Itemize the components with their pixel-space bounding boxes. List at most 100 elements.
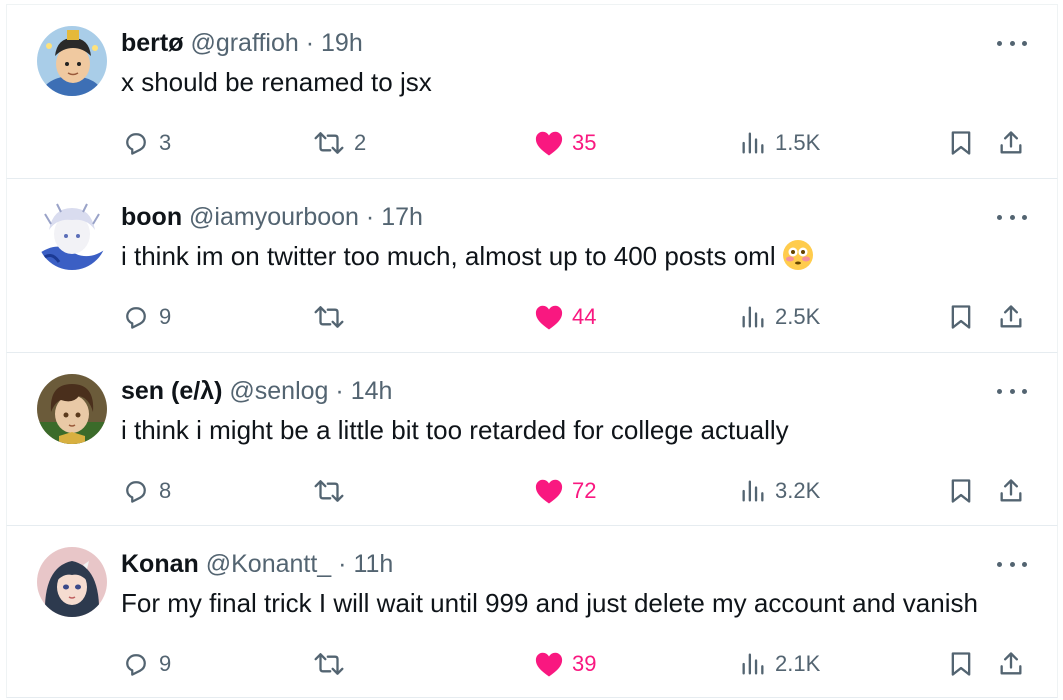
reply-count: 9 <box>159 304 172 329</box>
like-button[interactable]: 44 <box>534 297 596 337</box>
reply-button[interactable]: 9 <box>121 644 171 684</box>
more-options-icon[interactable] <box>997 384 1027 398</box>
reply-count: 8 <box>159 478 172 503</box>
share-button[interactable] <box>997 297 1025 337</box>
share-icon <box>1000 305 1022 328</box>
user-handle[interactable]: @graffioh <box>190 29 298 57</box>
bookmark-icon <box>951 479 971 503</box>
tweet-text: i think i might be a little bit too reta… <box>121 415 789 445</box>
like-count: 39 <box>572 651 597 676</box>
retweet-icon <box>314 480 344 502</box>
retweet-count: 2 <box>354 130 367 155</box>
separator-dot: · <box>338 550 347 578</box>
action-bar: 8 72 3.2K <box>7 471 1057 511</box>
display-name[interactable]: Konan <box>121 550 199 578</box>
like-count: 72 <box>572 478 597 503</box>
action-bar: 9 44 2.5K <box>7 297 1057 337</box>
views-button[interactable]: 1.5K <box>739 123 820 163</box>
bookmark-button[interactable] <box>947 297 975 337</box>
reply-icon <box>126 481 146 503</box>
separator-dot: · <box>365 203 375 231</box>
like-count: 35 <box>572 130 597 155</box>
display-name[interactable]: bertø <box>121 29 184 57</box>
tweet-header: boon @iamyourboon · 17h <box>121 201 423 233</box>
reply-button[interactable]: 9 <box>121 297 171 337</box>
avatar[interactable] <box>37 26 107 96</box>
tweet-header: sen (e/λ) @senlog · 14h <box>121 375 392 407</box>
views-icon <box>742 132 764 154</box>
tweet[interactable]: Konan @Konantt_ · 11h For my final trick… <box>6 526 1058 698</box>
tweet[interactable]: sen (e/λ) @senlog · 14h i think i might … <box>6 353 1058 526</box>
bookmark-button[interactable] <box>947 471 975 511</box>
more-options-icon[interactable] <box>997 557 1027 571</box>
retweet-button[interactable] <box>312 471 354 511</box>
share-button[interactable] <box>997 471 1025 511</box>
retweet-button[interactable] <box>312 644 354 684</box>
display-name[interactable]: boon <box>121 203 182 231</box>
display-name[interactable]: sen (e/λ) <box>121 377 222 405</box>
timestamp[interactable]: 19h <box>321 29 363 57</box>
tweet-text: i think im on twitter too much, almost u… <box>121 241 776 271</box>
views-button[interactable]: 3.2K <box>739 471 820 511</box>
view-count: 3.2K <box>775 478 821 503</box>
timestamp[interactable]: 17h <box>381 203 423 231</box>
view-count: 2.1K <box>775 651 821 676</box>
like-button[interactable]: 35 <box>534 123 596 163</box>
reply-icon <box>126 133 146 155</box>
bookmark-icon <box>951 652 971 676</box>
separator-dot: · <box>335 377 344 405</box>
bookmark-button[interactable] <box>947 644 975 684</box>
retweet-button[interactable]: 2 <box>312 123 366 163</box>
share-button[interactable] <box>997 644 1025 684</box>
reply-button[interactable]: 3 <box>121 123 171 163</box>
action-bar: 3 2 35 1.5K <box>7 123 1057 163</box>
tweet-text: For my final trick I will wait until 999… <box>121 588 978 618</box>
views-button[interactable]: 2.5K <box>739 297 820 337</box>
tweet-text-container: i think im on twitter too much, almost u… <box>121 239 814 273</box>
reply-button[interactable]: 8 <box>121 471 171 511</box>
reply-icon <box>126 654 146 676</box>
action-bar: 9 39 2.1K <box>7 644 1057 684</box>
views-icon <box>742 480 764 502</box>
reply-count: 9 <box>159 651 172 676</box>
avatar[interactable] <box>37 374 107 444</box>
retweet-icon <box>314 132 344 154</box>
reply-icon <box>126 307 146 329</box>
like-count: 44 <box>572 304 597 329</box>
user-handle[interactable]: @Konantt_ <box>206 550 331 578</box>
view-count: 2.5K <box>775 304 821 329</box>
user-handle[interactable]: @iamyourboon <box>189 203 359 231</box>
separator-dot: · <box>305 29 315 57</box>
retweet-icon <box>314 653 344 675</box>
retweet-icon <box>314 306 344 328</box>
reply-count: 3 <box>159 130 172 155</box>
flushed-face-emoji-icon <box>782 240 813 270</box>
views-button[interactable]: 2.1K <box>739 644 820 684</box>
avatar[interactable] <box>37 200 107 270</box>
tweet-header: Konan @Konantt_ · 11h <box>121 548 393 580</box>
bookmark-icon <box>951 305 971 329</box>
more-options-icon[interactable] <box>997 36 1027 50</box>
views-icon <box>742 306 764 328</box>
tweet-text: x should be renamed to jsx <box>121 67 432 97</box>
tweet[interactable]: bertø @graffioh · 19h x should be rename… <box>6 4 1058 179</box>
share-icon <box>1000 131 1022 154</box>
share-icon <box>1000 652 1022 675</box>
heart-icon <box>535 652 563 677</box>
like-button[interactable]: 72 <box>534 471 596 511</box>
more-options-icon[interactable] <box>997 210 1027 224</box>
retweet-button[interactable] <box>312 297 354 337</box>
share-button[interactable] <box>997 123 1025 163</box>
like-button[interactable]: 39 <box>534 644 596 684</box>
view-count: 1.5K <box>775 130 821 155</box>
bookmark-icon <box>951 131 971 155</box>
tweet[interactable]: boon @iamyourboon · 17h i think im on tw… <box>6 179 1058 353</box>
timestamp[interactable]: 14h <box>351 377 393 405</box>
avatar[interactable] <box>37 547 107 617</box>
bookmark-button[interactable] <box>947 123 975 163</box>
heart-icon <box>535 131 563 156</box>
timestamp[interactable]: 11h <box>353 550 393 578</box>
heart-icon <box>535 479 563 504</box>
user-handle[interactable]: @senlog <box>229 377 328 405</box>
timeline-feed: bertø @graffioh · 19h x should be rename… <box>0 0 1063 700</box>
